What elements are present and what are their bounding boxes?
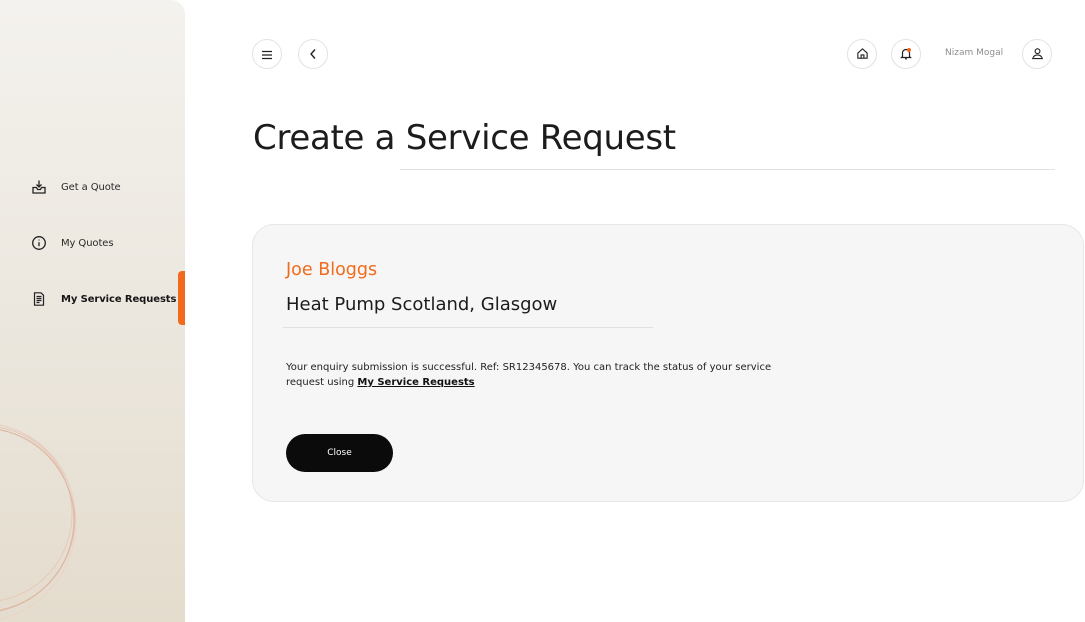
sidebar-item-label: My Service Requests <box>61 293 177 305</box>
confirmation-card: Joe Bloggs Heat Pump Scotland, Glasgow Y… <box>252 224 1084 502</box>
sidebar-item-label: Get a Quote <box>61 181 121 193</box>
back-button[interactable] <box>298 39 328 69</box>
my-service-requests-link[interactable]: My Service Requests <box>357 377 474 388</box>
divider <box>283 327 653 328</box>
chevron-left-icon <box>309 45 317 64</box>
active-indicator <box>178 271 185 325</box>
bell-icon <box>900 45 912 64</box>
sidebar-item-my-service-requests[interactable]: My Service Requests <box>0 271 185 325</box>
sidebar-nav: Get a Quote My Quotes My Service Request… <box>0 172 185 325</box>
home-button[interactable] <box>847 39 877 69</box>
info-circle-icon <box>30 234 48 252</box>
user-profile-button[interactable] <box>1022 39 1052 69</box>
page-title: Create a Service Request <box>253 118 676 158</box>
divider <box>400 169 1055 170</box>
decorative-rings <box>0 424 77 620</box>
notifications-button[interactable] <box>891 39 921 69</box>
user-icon <box>1031 45 1044 64</box>
hamburger-menu-icon <box>261 45 273 64</box>
document-list-icon <box>30 290 48 308</box>
sidebar: Get a Quote My Quotes My Service Request… <box>0 0 185 622</box>
company-location: Heat Pump Scotland, Glasgow <box>286 294 558 315</box>
sidebar-item-get-a-quote[interactable]: Get a Quote <box>0 172 185 202</box>
inbox-download-icon <box>30 178 48 196</box>
close-button[interactable]: Close <box>286 434 393 472</box>
success-message: Your enquiry submission is successful. R… <box>286 360 806 390</box>
app: Get a Quote My Quotes My Service Request… <box>0 0 1085 622</box>
user-name[interactable]: Nizam Mogal <box>945 48 1019 58</box>
sidebar-item-label: My Quotes <box>61 237 114 249</box>
notification-dot <box>907 48 911 52</box>
sidebar-item-my-quotes[interactable]: My Quotes <box>0 228 185 258</box>
customer-name: Joe Bloggs <box>286 260 378 280</box>
menu-button[interactable] <box>252 39 282 69</box>
home-icon <box>856 45 869 64</box>
